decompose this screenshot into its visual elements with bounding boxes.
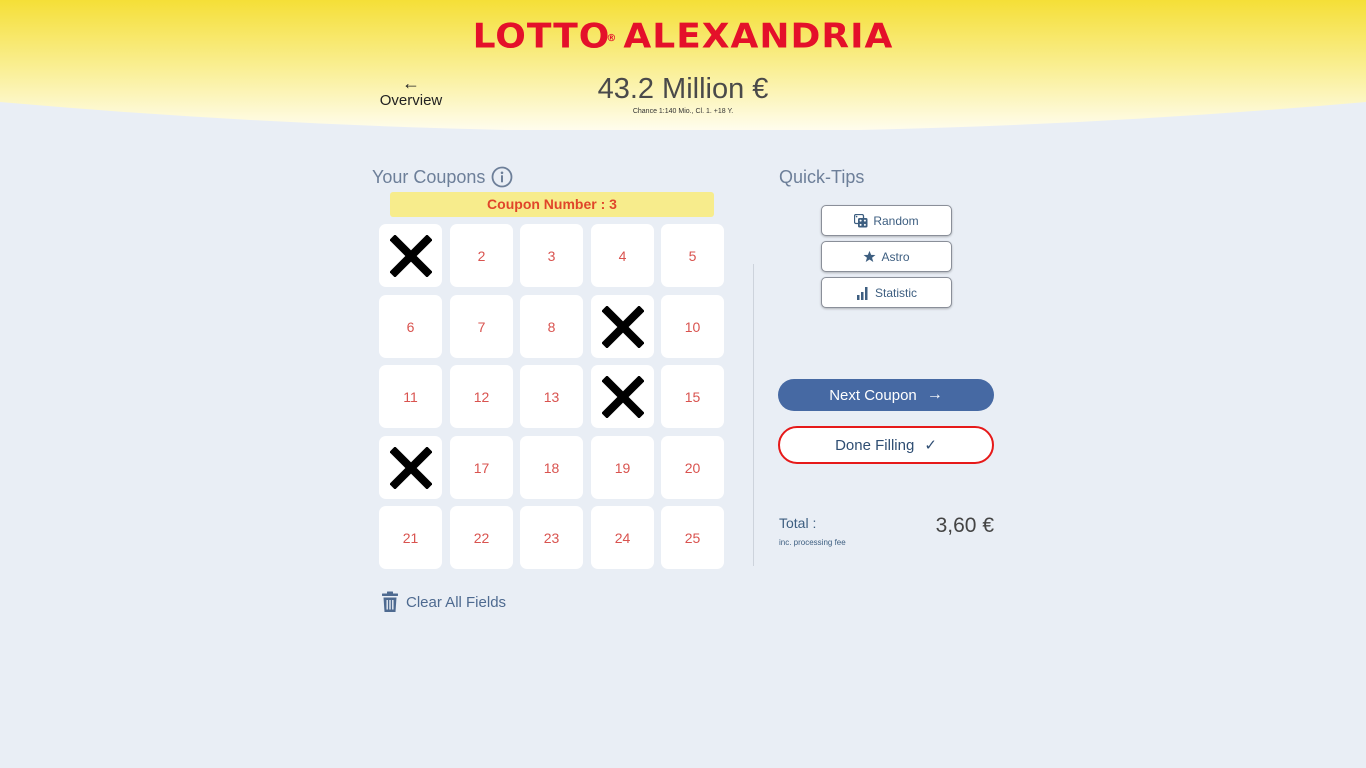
jackpot-odds-note: Chance 1:140 Mio., Cl. 1. +18 Y. bbox=[632, 108, 734, 115]
cross-mark-icon bbox=[390, 447, 432, 489]
column-divider bbox=[753, 264, 754, 566]
number-cell-selected[interactable] bbox=[591, 295, 654, 358]
number-cell[interactable]: 23 bbox=[520, 506, 583, 569]
cross-mark-icon bbox=[602, 306, 644, 348]
number-label: 24 bbox=[614, 529, 631, 546]
number-label: 12 bbox=[473, 388, 490, 405]
number-cell[interactable]: 25 bbox=[661, 506, 724, 569]
cross-mark-icon bbox=[602, 376, 644, 418]
trash-icon bbox=[382, 591, 398, 612]
number-label: 3 bbox=[547, 247, 556, 264]
number-cell[interactable]: 18 bbox=[520, 436, 583, 499]
number-label: 18 bbox=[543, 459, 560, 476]
jackpot-amount: 43.2 Million € bbox=[597, 73, 769, 105]
number-label: 6 bbox=[406, 318, 415, 335]
total-label: Total : bbox=[779, 515, 817, 531]
number-label: 13 bbox=[543, 388, 560, 405]
next-coupon-label: Next Coupon bbox=[829, 386, 917, 404]
jackpot-display: 43.2 Million € Chance 1:140 Mio., Cl. 1.… bbox=[560, 72, 806, 117]
logo-word-alexandria: ALEXANDRIA bbox=[623, 17, 894, 56]
done-filling-button[interactable]: Done Filling ✓ bbox=[778, 426, 994, 464]
star-icon bbox=[864, 250, 876, 263]
processing-fee-note: inc. processing fee bbox=[779, 538, 846, 547]
number-label: 7 bbox=[477, 318, 486, 335]
number-label: 10 bbox=[684, 318, 701, 335]
number-cell[interactable]: 2 bbox=[450, 224, 513, 287]
number-cell[interactable]: 19 bbox=[591, 436, 654, 499]
number-cell[interactable]: 10 bbox=[661, 295, 724, 358]
number-cell[interactable]: 12 bbox=[450, 365, 513, 428]
number-cell[interactable]: 21 bbox=[379, 506, 442, 569]
statistic-quicktip-button[interactable]: Statistic bbox=[821, 277, 952, 308]
number-cell[interactable]: 15 bbox=[661, 365, 724, 428]
number-cell[interactable]: 11 bbox=[379, 365, 442, 428]
statistic-label: Statistic bbox=[874, 285, 917, 300]
overview-label: Overview bbox=[379, 92, 443, 109]
number-cell[interactable]: 24 bbox=[591, 506, 654, 569]
overview-back-link[interactable]: ← Overview bbox=[372, 74, 450, 110]
number-label: 8 bbox=[547, 318, 556, 335]
logo-word-lotto: LOTTO bbox=[472, 17, 611, 56]
astro-label: Astro bbox=[881, 249, 910, 264]
number-cell[interactable]: 13 bbox=[520, 365, 583, 428]
number-label: 15 bbox=[684, 388, 701, 405]
number-cell[interactable]: 5 bbox=[661, 224, 724, 287]
your-coupons-title: Your Coupons bbox=[372, 167, 486, 187]
number-label: 21 bbox=[402, 529, 419, 546]
random-label: Random bbox=[873, 213, 919, 228]
number-label: 25 bbox=[684, 529, 701, 546]
number-label: 11 bbox=[403, 388, 418, 405]
number-cell[interactable]: 4 bbox=[591, 224, 654, 287]
number-cell[interactable]: 20 bbox=[661, 436, 724, 499]
number-label: 20 bbox=[684, 459, 701, 476]
number-label: 4 bbox=[618, 247, 627, 264]
number-label: 22 bbox=[473, 529, 490, 546]
info-icon[interactable] bbox=[491, 166, 513, 188]
number-cell-selected[interactable] bbox=[379, 224, 442, 287]
number-cell[interactable]: 6 bbox=[379, 295, 442, 358]
back-arrow-icon: ← bbox=[402, 73, 420, 93]
number-cell[interactable]: 3 bbox=[520, 224, 583, 287]
checkmark-icon: ✓ bbox=[924, 437, 937, 454]
astro-quicktip-button[interactable]: Astro bbox=[821, 241, 952, 272]
total-value: 3,60 € bbox=[935, 514, 994, 537]
clear-all-fields-label: Clear All Fields bbox=[406, 593, 507, 611]
number-cell[interactable]: 8 bbox=[520, 295, 583, 358]
number-cell-selected[interactable] bbox=[591, 365, 654, 428]
arrow-right-icon: → bbox=[926, 386, 943, 403]
number-cell[interactable]: 7 bbox=[450, 295, 513, 358]
number-label: 5 bbox=[688, 247, 697, 264]
number-cell[interactable]: 17 bbox=[450, 436, 513, 499]
done-filling-label: Done Filling bbox=[835, 436, 915, 454]
number-label: 23 bbox=[543, 529, 560, 546]
number-label: 2 bbox=[477, 247, 486, 264]
dice-icon bbox=[854, 213, 868, 227]
lotto-logo[interactable]: LOTTO® ALEXANDRIA bbox=[0, 17, 1366, 57]
cross-mark-icon bbox=[390, 235, 432, 277]
clear-all-fields-button[interactable]: Clear All Fields bbox=[381, 591, 506, 613]
number-label: 19 bbox=[614, 459, 631, 476]
random-quicktip-button[interactable]: Random bbox=[821, 205, 952, 236]
quick-tips-title: Quick-Tips bbox=[779, 167, 865, 187]
number-cell-selected[interactable] bbox=[379, 436, 442, 499]
bar-chart-icon bbox=[856, 286, 868, 300]
registered-mark: ® bbox=[606, 33, 618, 44]
next-coupon-button[interactable]: Next Coupon → bbox=[778, 379, 994, 411]
number-cell[interactable]: 22 bbox=[450, 506, 513, 569]
number-label: 17 bbox=[473, 459, 490, 476]
coupon-number-banner: Coupon Number : 3 bbox=[390, 192, 714, 217]
